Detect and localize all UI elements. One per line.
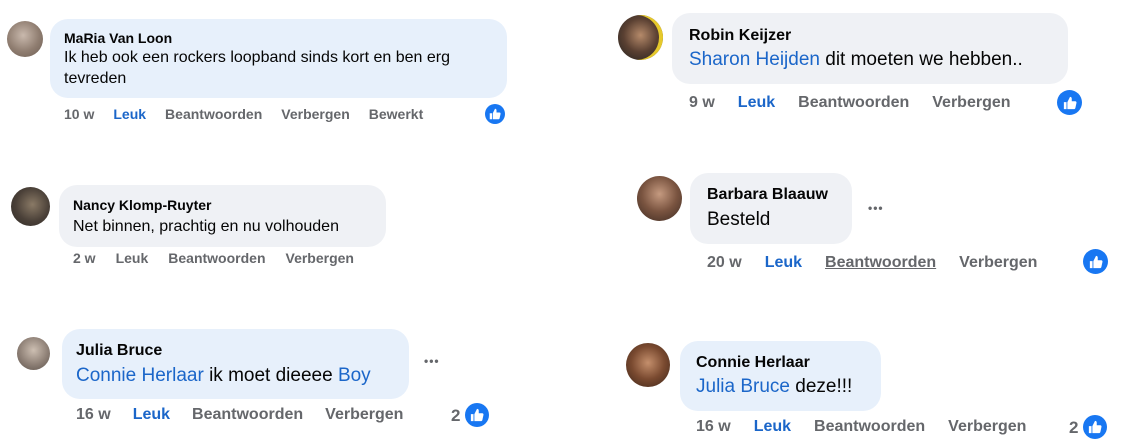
reply-button[interactable]: Beantwoorden xyxy=(798,94,909,112)
comment-actions: 2 w Leuk Beantwoorden Verbergen xyxy=(73,250,354,266)
timestamp[interactable]: 9 w xyxy=(689,94,715,112)
timestamp[interactable]: 16 w xyxy=(696,418,731,436)
like-button[interactable]: Leuk xyxy=(113,106,146,122)
avatar[interactable] xyxy=(618,15,663,60)
comment-text-segment: ik moet dieeee xyxy=(203,365,338,386)
comment-actions: 16 w Leuk Beantwoorden Verbergen xyxy=(76,406,403,424)
avatar[interactable] xyxy=(637,176,682,221)
hide-button[interactable]: Verbergen xyxy=(325,406,403,424)
hide-button[interactable]: Verbergen xyxy=(932,94,1010,112)
comment-author[interactable]: MaRia Van Loon xyxy=(64,30,172,46)
like-button[interactable]: Leuk xyxy=(754,418,791,436)
reaction-count[interactable]: 2 xyxy=(1069,418,1078,438)
thumbs-up-icon[interactable] xyxy=(465,403,489,427)
more-options-icon[interactable]: ••• xyxy=(424,354,440,368)
mention-link[interactable]: Sharon Heijden xyxy=(689,49,820,70)
thumbs-up-icon[interactable] xyxy=(1057,90,1082,115)
comment-actions: 10 w Leuk Beantwoorden Verbergen Bewerkt xyxy=(64,106,423,122)
comment-text-segment: dit moeten we hebben.. xyxy=(819,49,1023,70)
comment-author[interactable]: Robin Keijzer xyxy=(689,27,791,45)
thumbs-up-icon[interactable] xyxy=(1083,415,1107,439)
reply-button[interactable]: Beantwoorden xyxy=(165,106,262,122)
comment-author[interactable]: Julia Bruce xyxy=(76,342,162,360)
comment-text: Julia Bruce deze!!! xyxy=(696,375,852,400)
comment-text: Sharon Heijden dit moeten we hebben.. xyxy=(689,48,1023,73)
like-button[interactable]: Leuk xyxy=(116,250,149,266)
mention-link[interactable]: Connie Herlaar xyxy=(76,365,204,386)
timestamp[interactable]: 2 w xyxy=(73,250,96,266)
comment-author[interactable]: Nancy Klomp-Ruyter xyxy=(73,197,211,213)
like-button[interactable]: Leuk xyxy=(738,94,775,112)
hide-button[interactable]: Verbergen xyxy=(948,418,1026,436)
avatar[interactable] xyxy=(7,21,43,57)
comment-text: Connie Herlaar ik moet dieeee Boy xyxy=(76,364,371,389)
comment-text: Net binnen, prachtig en nu volhouden xyxy=(73,218,339,235)
reply-button[interactable]: Beantwoorden xyxy=(814,418,925,436)
reaction-count[interactable]: 2 xyxy=(451,406,460,426)
reply-button[interactable]: Beantwoorden xyxy=(168,250,265,266)
comment-text: Besteld xyxy=(707,209,771,230)
thumbs-up-icon[interactable] xyxy=(485,104,505,124)
avatar[interactable] xyxy=(626,343,670,387)
reply-button[interactable]: Beantwoorden xyxy=(825,254,936,272)
comment-text: Ik heb ook een rockers loopband sinds ko… xyxy=(64,49,451,66)
timestamp[interactable]: 10 w xyxy=(64,106,94,122)
comment-actions: 9 w Leuk Beantwoorden Verbergen xyxy=(689,94,1011,112)
reply-button[interactable]: Beantwoorden xyxy=(192,406,303,424)
hide-button[interactable]: Verbergen xyxy=(286,250,354,266)
comment-author[interactable]: Connie Herlaar xyxy=(696,354,810,372)
comment-actions: 20 w Leuk Beantwoorden Verbergen xyxy=(707,254,1037,272)
mention-link[interactable]: Boy xyxy=(338,365,371,386)
avatar[interactable] xyxy=(17,337,50,370)
edited-label[interactable]: Bewerkt xyxy=(369,106,423,122)
hide-button[interactable]: Verbergen xyxy=(959,254,1037,272)
thumbs-up-icon[interactable] xyxy=(1083,249,1108,274)
hide-button[interactable]: Verbergen xyxy=(281,106,349,122)
comment-actions: 16 w Leuk Beantwoorden Verbergen xyxy=(696,418,1026,436)
comment-author[interactable]: Barbara Blaauw xyxy=(707,186,828,204)
avatar[interactable] xyxy=(11,187,50,226)
more-options-icon[interactable]: ••• xyxy=(868,201,884,215)
comment-text: tevreden xyxy=(64,70,127,87)
timestamp[interactable]: 20 w xyxy=(707,254,742,272)
like-button[interactable]: Leuk xyxy=(765,254,802,272)
comment-text-segment: deze!!! xyxy=(790,376,853,397)
like-button[interactable]: Leuk xyxy=(133,406,170,424)
timestamp[interactable]: 16 w xyxy=(76,406,111,424)
mention-link[interactable]: Julia Bruce xyxy=(696,376,790,397)
